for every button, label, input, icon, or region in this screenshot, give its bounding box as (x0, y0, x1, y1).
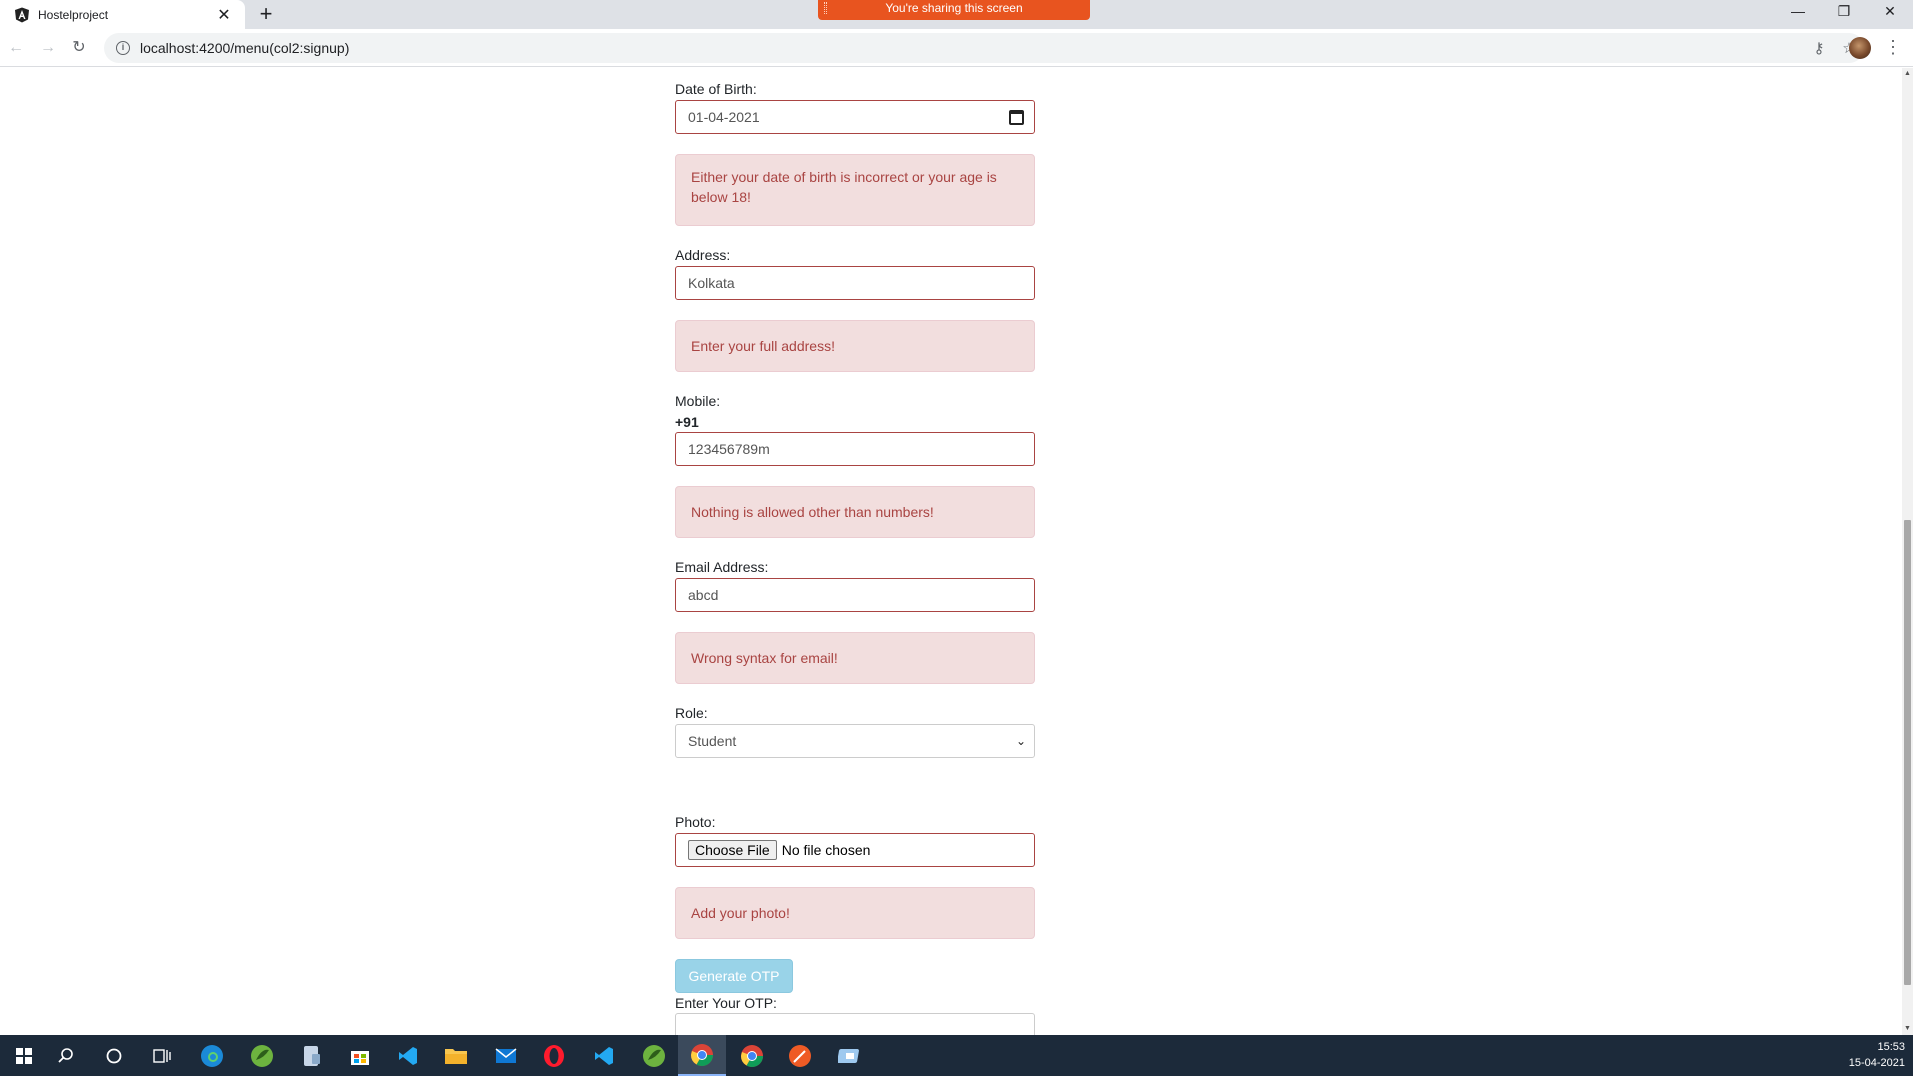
page-viewport: Date of Birth: 01-04-2021 Either your da… (0, 68, 1902, 1035)
menu-kebab-icon[interactable]: ⋮ (1884, 36, 1902, 60)
photo-file-input[interactable]: Choose File No file chosen (675, 833, 1035, 867)
mobile-country-code: +91 (675, 414, 699, 430)
address-bar[interactable]: i localhost:4200/menu(col2:signup) ⚷ ☆ (104, 33, 1864, 63)
spring-tool-icon[interactable] (238, 1035, 286, 1076)
choose-file-button[interactable]: Choose File (688, 840, 777, 860)
otp-label: Enter Your OTP: (675, 995, 777, 1011)
notepad-icon[interactable] (288, 1035, 336, 1076)
snipping-tool-icon[interactable] (826, 1035, 874, 1076)
photo-label: Photo: (675, 814, 716, 830)
drag-grip-icon[interactable] (824, 2, 827, 14)
dob-value: 01-04-2021 (688, 109, 760, 125)
cortana-icon[interactable] (90, 1035, 138, 1076)
role-value: Student (688, 733, 737, 749)
mobile-value: 123456789m (688, 441, 770, 457)
new-tab-button[interactable]: + (254, 2, 278, 26)
scroll-down-icon[interactable]: ▼ (1902, 1023, 1913, 1035)
reload-icon[interactable]: ↻ (67, 36, 91, 60)
postman-icon[interactable] (776, 1035, 824, 1076)
email-error-alert: Wrong syntax for email! (675, 632, 1035, 684)
edge-icon[interactable] (188, 1035, 236, 1076)
page-scrollbar[interactable]: ▲ ▼ (1902, 68, 1913, 1035)
browser-tab[interactable]: Hostelproject ✕ (0, 0, 245, 29)
browser-toolbar: ← → ↻ i localhost:4200/menu(col2:signup)… (0, 29, 1913, 67)
tab-close-icon[interactable]: ✕ (213, 5, 235, 25)
email-input[interactable]: abcd (675, 578, 1035, 612)
generate-otp-button[interactable]: Generate OTP (675, 959, 793, 993)
back-arrow-icon[interactable]: ← (4, 36, 28, 60)
photo-error-alert: Add your photo! (675, 887, 1035, 939)
mail-icon[interactable] (482, 1035, 530, 1076)
file-explorer-icon[interactable] (432, 1035, 480, 1076)
tab-title: Hostelproject (38, 7, 109, 22)
chrome-icon[interactable] (678, 1035, 726, 1076)
chevron-down-icon: ⌄ (1015, 734, 1026, 748)
key-icon[interactable]: ⚷ (1804, 39, 1834, 57)
role-label: Role: (675, 705, 708, 721)
chrome-icon-2[interactable] (728, 1035, 776, 1076)
scrollbar-thumb[interactable] (1904, 520, 1911, 985)
spring-tool-icon-2[interactable] (630, 1035, 678, 1076)
windows-taskbar: 15:53 15-04-2021 (0, 1035, 1913, 1076)
minimize-icon[interactable]: — (1775, 0, 1821, 24)
email-value: abcd (688, 587, 719, 603)
search-icon[interactable] (42, 1035, 90, 1076)
tab-strip: Hostelproject ✕ + You're sharing this sc… (0, 0, 1913, 29)
otp-input[interactable] (675, 1013, 1035, 1035)
opera-icon[interactable] (530, 1035, 578, 1076)
address-label: Address: (675, 247, 731, 263)
info-icon[interactable]: i (116, 41, 130, 55)
address-input[interactable]: Kolkata (675, 266, 1035, 300)
dob-error-alert: Either your date of birth is incorrect o… (675, 154, 1035, 226)
clock-date: 15-04-2021 (1848, 1057, 1905, 1069)
dob-input[interactable]: 01-04-2021 (675, 100, 1035, 134)
no-file-text: No file chosen (781, 842, 871, 858)
dob-label: Date of Birth: (675, 81, 757, 97)
scroll-up-icon[interactable]: ▲ (1902, 68, 1913, 80)
address-error-alert: Enter your full address! (675, 320, 1035, 372)
clock-time: 15:53 (1877, 1041, 1905, 1053)
vscode-icon[interactable] (384, 1035, 432, 1076)
forward-arrow-icon[interactable]: → (36, 36, 60, 60)
angular-icon (15, 7, 29, 22)
calendar-icon[interactable] (1009, 109, 1024, 125)
role-select[interactable]: Student ⌄ (675, 724, 1035, 758)
profile-avatar[interactable] (1849, 37, 1871, 59)
email-label: Email Address: (675, 559, 769, 575)
address-value: Kolkata (688, 275, 735, 291)
restore-icon[interactable]: ❐ (1821, 0, 1867, 24)
windows-start-icon[interactable] (0, 1035, 48, 1076)
task-view-icon[interactable] (138, 1035, 186, 1076)
store-icon[interactable] (336, 1035, 384, 1076)
url-text[interactable]: localhost:4200/menu(col2:signup) (140, 40, 1804, 56)
share-banner-text: You're sharing this screen (885, 1, 1023, 15)
screen-share-banner[interactable]: You're sharing this screen (818, 0, 1090, 20)
mobile-error-alert: Nothing is allowed other than numbers! (675, 486, 1035, 538)
mobile-label: Mobile: (675, 393, 721, 409)
system-clock[interactable]: 15:53 15-04-2021 (1849, 1039, 1905, 1071)
mobile-input[interactable]: 123456789m (675, 432, 1035, 466)
vscode-icon-2[interactable] (580, 1035, 628, 1076)
window-close-icon[interactable]: ✕ (1867, 0, 1913, 24)
